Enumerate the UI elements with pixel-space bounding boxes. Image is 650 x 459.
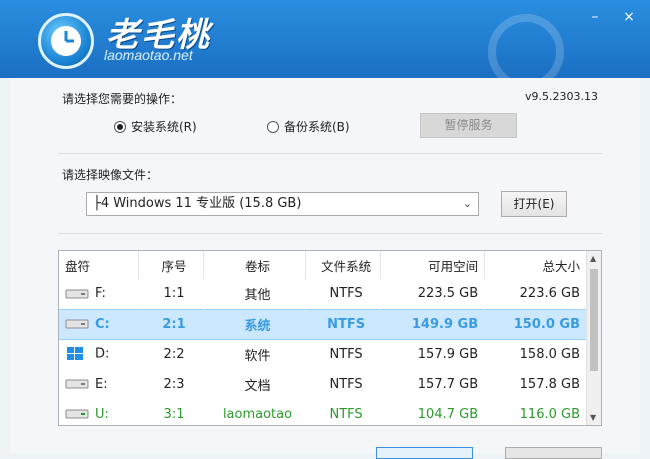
total-size-cell: 150.0 GB <box>484 308 587 340</box>
table-header-row: 盘符 序号 卷标 文件系统 可用空间 总大小 <box>59 251 587 279</box>
label-cell: 其他 <box>244 288 271 304</box>
drive-cell: E: <box>59 369 138 399</box>
drive-cell: F: <box>59 279 138 309</box>
chevron-down-icon: ⌄ <box>462 197 472 210</box>
image-select-value: ├4 Windows 11 专业版 (15.8 GB) <box>93 196 302 211</box>
hdd-icon <box>65 379 89 389</box>
image-label: 请选择映像文件： <box>62 168 159 182</box>
label-cell: 系统 <box>203 308 306 340</box>
backup-radio-label: 备份系统(B) <box>284 120 350 134</box>
version-text: v9.5.2303.13 <box>525 90 598 103</box>
header-banner: 老毛桃 laomaotao.net – × <box>0 0 650 90</box>
usb-drive-icon <box>65 409 89 419</box>
index-cell: 2:1 <box>138 308 204 340</box>
column-header-drive[interactable]: 盘符 <box>59 251 139 279</box>
filesystem-cell: NTFS <box>329 406 363 422</box>
open-button[interactable]: 打开(E) <box>501 191 567 217</box>
index-cell: 2:3 <box>163 376 185 392</box>
divider <box>58 153 602 154</box>
minimize-button[interactable]: – <box>588 10 602 24</box>
hdd-icon <box>65 289 89 299</box>
filesystem-cell: NTFS <box>329 286 363 302</box>
brand-url: laomaotao.net <box>104 47 193 63</box>
column-header-filesystem[interactable]: 文件系统 <box>305 251 382 279</box>
divider <box>58 233 602 234</box>
confirm-button-edge[interactable] <box>376 447 473 459</box>
label-cell: 软件 <box>244 348 271 364</box>
windows-icon <box>67 347 83 361</box>
column-header-total-size[interactable]: 总大小 <box>484 251 587 279</box>
table-row[interactable]: E: 2:3 文档 NTFS 157.7 GB 157.8 GB <box>59 369 587 399</box>
cancel-button-edge[interactable] <box>505 447 602 459</box>
table-row-selected[interactable]: C: 2:1 系统 NTFS 149.9 GB 150.0 GB <box>59 308 587 340</box>
column-header-index[interactable]: 序号 <box>138 251 205 279</box>
install-radio-label: 安装系统(R) <box>131 120 197 134</box>
total-size-cell: 116.0 GB <box>519 406 580 422</box>
radio-checked-icon <box>114 120 126 133</box>
free-space-cell: 157.7 GB <box>417 376 479 392</box>
table-row[interactable]: D: 2:2 软件 NTFS 157.9 GB 158.0 GB <box>59 339 587 369</box>
vertical-scrollbar[interactable]: ▲ ▼ <box>586 251 601 425</box>
free-space-cell: 149.9 GB <box>380 308 485 340</box>
filesystem-cell: NTFS <box>305 308 381 340</box>
column-header-label[interactable]: 卷标 <box>203 251 306 279</box>
logo-clock-icon <box>38 13 94 69</box>
total-size-cell: 157.8 GB <box>519 376 580 392</box>
table-row[interactable]: F: 1:1 其他 NTFS 223.5 GB 223.6 GB <box>59 279 587 309</box>
install-radio[interactable]: 安装系统(R) <box>114 118 197 135</box>
free-space-cell: 223.5 GB <box>417 286 479 302</box>
label-cell: laomaotao <box>222 406 293 422</box>
index-cell: 3:1 <box>163 406 185 422</box>
column-header-free-space[interactable]: 可用空间 <box>380 251 486 279</box>
drive-cell: D: <box>59 339 138 369</box>
filesystem-cell: NTFS <box>329 346 363 362</box>
scroll-down-icon[interactable]: ▼ <box>590 413 596 422</box>
index-cell: 1:1 <box>163 286 185 302</box>
main-panel: 请选择您需要的操作： v9.5.2303.13 安装系统(R) 备份系统(B) … <box>10 78 640 459</box>
label-cell: 文档 <box>244 378 271 394</box>
drive-cell: C: <box>59 308 139 340</box>
backup-radio[interactable]: 备份系统(B) <box>267 118 350 135</box>
drive-cell: U: <box>59 399 138 425</box>
total-size-cell: 223.6 GB <box>519 286 580 302</box>
close-button[interactable]: × <box>622 10 636 24</box>
hdd-icon <box>65 319 89 329</box>
free-space-cell: 104.7 GB <box>417 406 479 422</box>
radio-unchecked-icon <box>267 120 279 133</box>
table-row[interactable]: U: 3:1 laomaotao NTFS 104.7 GB 116.0 GB <box>59 399 587 425</box>
free-space-cell: 157.9 GB <box>417 346 479 362</box>
total-size-cell: 158.0 GB <box>519 346 580 362</box>
operation-label: 请选择您需要的操作： <box>62 92 183 106</box>
partition-table: 盘符 序号 卷标 文件系统 可用空间 总大小 F: 1:1 其他 NTFS 22… <box>58 250 602 426</box>
scroll-up-icon[interactable]: ▲ <box>590 254 596 263</box>
image-select[interactable]: ├4 Windows 11 专业版 (15.8 GB) ⌄ <box>86 192 479 216</box>
filesystem-cell: NTFS <box>329 376 363 392</box>
pause-service-button[interactable]: 暂停服务 <box>420 113 517 138</box>
scrollbar-thumb[interactable] <box>590 269 598 371</box>
index-cell: 2:2 <box>163 346 185 362</box>
